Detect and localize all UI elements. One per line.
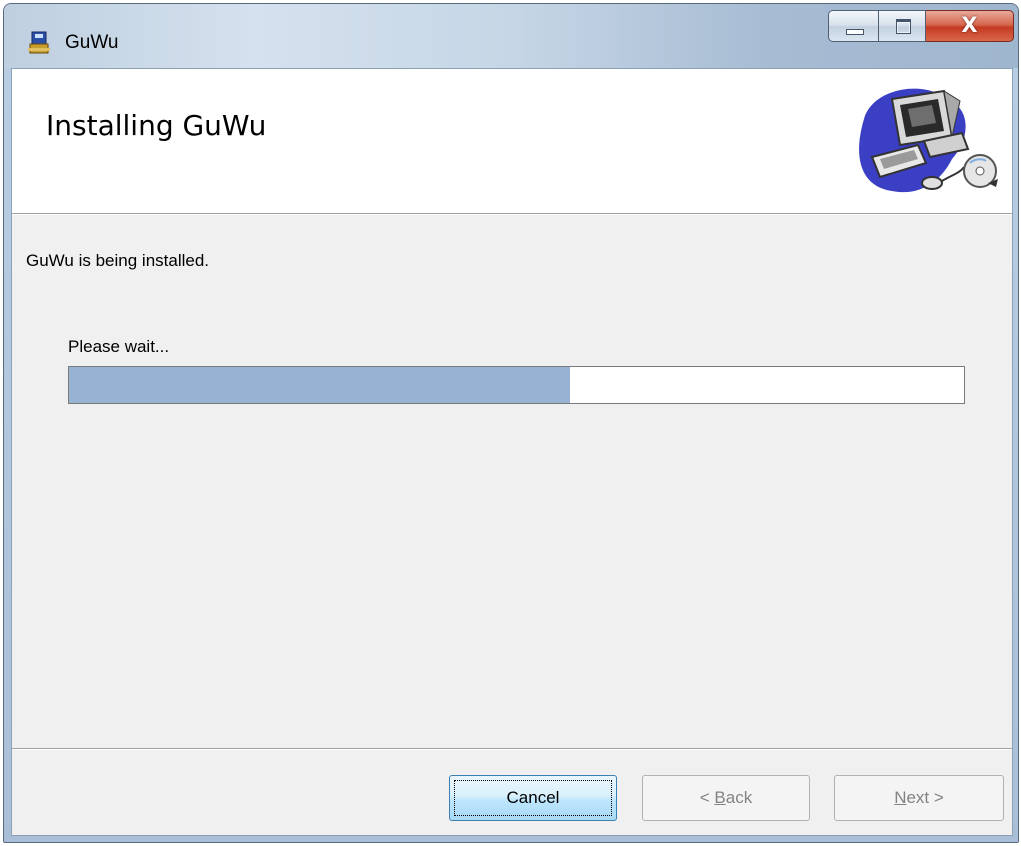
back-button-accesskey: B (714, 788, 726, 807)
cancel-button[interactable]: Cancel (449, 775, 617, 821)
page-title: Installing GuWu (46, 109, 267, 142)
next-button[interactable]: Next > (834, 775, 1004, 821)
next-button-rest: ext > (906, 788, 944, 807)
maximize-button[interactable] (878, 10, 926, 42)
minimize-button[interactable] (828, 10, 878, 42)
next-button-accesskey: N (894, 788, 907, 807)
minimize-icon (846, 29, 864, 35)
focus-ring (454, 780, 612, 816)
banner-divider (12, 214, 1012, 215)
status-text: GuWu is being installed. (26, 251, 210, 270)
close-icon: X (961, 13, 978, 37)
install-progress-bar (68, 366, 965, 404)
installer-app-icon (28, 31, 50, 54)
back-button[interactable]: < Back (642, 775, 810, 821)
close-button[interactable]: X (926, 10, 1014, 42)
caption-buttons: X (828, 10, 1014, 44)
dialog-client-area: Installing GuWu GuWu is being installed. (11, 68, 1013, 836)
footer-divider (12, 748, 1012, 750)
window-title: GuWu (65, 32, 119, 53)
wait-label: Please wait... (68, 337, 170, 356)
progress-fill (69, 367, 571, 403)
back-button-prefix: < (699, 788, 715, 807)
installer-window: GuWu X Installing GuWu GuWu is being ins… (3, 3, 1019, 843)
computer-disc-icon (859, 88, 998, 193)
header-banner: Installing GuWu (12, 69, 1012, 214)
maximize-icon (896, 19, 911, 34)
back-button-rest: ack (725, 788, 753, 807)
title-bar[interactable]: GuWu X (4, 4, 1018, 68)
